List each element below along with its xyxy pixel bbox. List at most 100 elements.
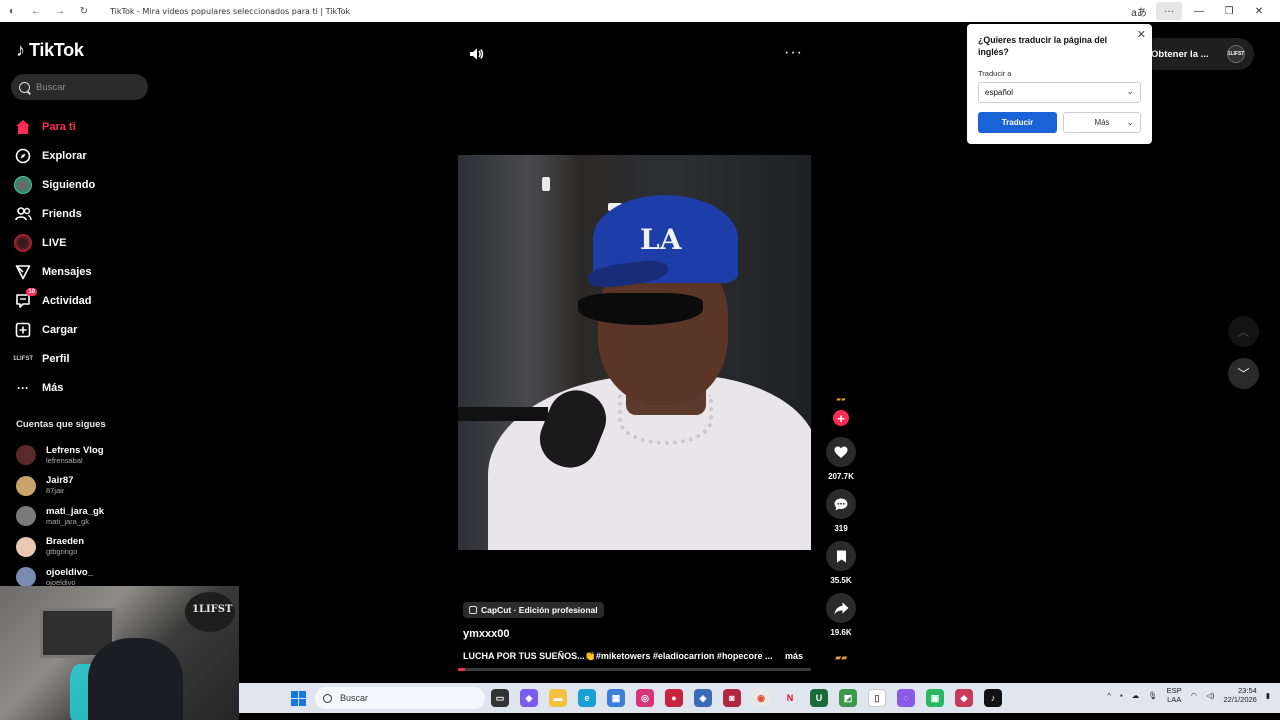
translate-popup: ✕ ¿Quieres traducir la página del inglés… — [967, 24, 1152, 144]
send-icon — [14, 263, 32, 281]
comment-button[interactable] — [826, 489, 856, 519]
lang-bottom: LAA — [1167, 695, 1182, 704]
friends-icon — [14, 205, 32, 223]
close-window-button[interactable]: ✕ — [1246, 2, 1272, 20]
following-account[interactable]: Jair87 87jair — [16, 471, 104, 502]
sidebar-item-live[interactable]: LIVE — [14, 228, 95, 257]
video-progress-bar[interactable] — [458, 668, 811, 671]
more-options-button[interactable]: Más ⌄ — [1063, 112, 1141, 133]
task-view-icon[interactable]: ▭ — [491, 689, 509, 707]
home-icon — [14, 118, 32, 136]
account-username: gtbgringo — [46, 547, 78, 557]
like-count: 207.7K — [828, 472, 854, 481]
netflix-icon[interactable]: N — [781, 689, 799, 707]
follow-plus-button[interactable]: + — [833, 410, 849, 426]
app-icon[interactable]: ◆ — [955, 689, 973, 707]
translate-button[interactable]: Traducir — [978, 112, 1057, 133]
chevron-up-icon[interactable]: ^ — [1107, 691, 1111, 700]
compass-icon — [14, 147, 32, 165]
following-list: Lefrens Vlog lefrensabal Jair87 87jair mat… — [16, 440, 104, 593]
previous-video-button[interactable]: ︿ — [1228, 316, 1259, 347]
cloud-icon[interactable]: ☁ — [1132, 691, 1140, 700]
caption-more-link[interactable]: más — [785, 651, 803, 661]
volume-icon[interactable] — [468, 46, 486, 62]
account-name: Lefrens Vlog — [46, 444, 104, 456]
translate-page-icon[interactable]: aあ — [1126, 2, 1152, 20]
search-box[interactable] — [11, 74, 148, 100]
avatar — [16, 567, 36, 588]
account-username: lefrensabal — [46, 455, 83, 465]
back-arrow-icon[interactable]: ← — [30, 5, 42, 17]
video-player[interactable]: LA — [458, 155, 811, 550]
sidebar-item-friends[interactable]: Friends — [14, 199, 95, 228]
close-icon[interactable]: ✕ — [1137, 28, 1146, 41]
following-account[interactable]: Braeden gtbgringo — [16, 532, 104, 563]
notepad-icon[interactable]: ▯ — [868, 689, 886, 707]
browser-menu-icon[interactable]: ··· — [1156, 2, 1182, 20]
like-button[interactable] — [826, 437, 856, 467]
language-select[interactable]: español ⌄ — [978, 82, 1141, 103]
following-account[interactable]: Lefrens Vlog lefrensabal — [16, 440, 104, 471]
video-cap-logo: LA — [640, 223, 682, 256]
sidebar-item-mensajes[interactable]: Mensajes — [14, 257, 95, 286]
maximize-button[interactable]: ❐ — [1216, 2, 1242, 20]
app-icon[interactable]: ● — [665, 689, 683, 707]
profile-icon: 1LIFST — [13, 356, 34, 363]
sidebar-item-label: Perfil — [42, 353, 70, 366]
get-app-button[interactable]: Obtener la ... 1LIFST — [1140, 38, 1254, 70]
sidebar-item-label: Para ti — [42, 120, 76, 133]
upwork-icon[interactable]: U — [810, 689, 828, 707]
notification-icon[interactable]: ▮ — [1266, 691, 1270, 700]
windows-start-icon[interactable] — [291, 691, 306, 706]
tiktok-taskbar-icon[interactable]: ♪ — [984, 689, 1002, 707]
following-account[interactable]: mati_jara_gk mati_jara_gk — [16, 501, 104, 532]
chrome-icon[interactable]: ◉ — [752, 689, 770, 707]
video-more-options-icon[interactable]: ··· — [784, 44, 803, 62]
minimize-button[interactable]: — — [1186, 2, 1212, 20]
sidebar-item-mas[interactable]: ··· Más — [14, 374, 95, 403]
instagram-icon[interactable]: ◎ — [636, 689, 654, 707]
save-button[interactable] — [826, 541, 856, 571]
edge-icon[interactable]: e — [578, 689, 596, 707]
sidebar-item-para-ti[interactable]: Para ti — [14, 112, 95, 141]
music-disc-icon[interactable]: ▰▰ — [835, 653, 847, 662]
webcam-sign-text: 1LIFST — [192, 604, 233, 615]
sidebar-item-explorar[interactable]: Explorar — [14, 141, 95, 170]
file-explorer-icon[interactable]: ▬ — [549, 689, 567, 707]
microphone-icon[interactable]: 🎙 — [1148, 691, 1158, 700]
sidebar-item-perfil[interactable]: 1LIFST Perfil — [13, 345, 95, 374]
account-name: Jair87 — [46, 475, 74, 487]
wifi-icon[interactable]: ◠ — [1191, 691, 1198, 700]
forward-arrow-icon[interactable]: → — [54, 5, 66, 17]
taskbar-search[interactable]: Buscar — [315, 687, 485, 709]
profile-avatar[interactable]: 1LIFST — [1227, 45, 1245, 63]
clock[interactable]: 23:54 22/1/2026 — [1223, 686, 1256, 704]
speaker-icon[interactable]: ◁) — [1206, 691, 1214, 700]
language-indicator[interactable]: ESP LAA — [1167, 686, 1182, 704]
sidebar: ♪ TikTok Para ti Explorar Siguiendo — [0, 22, 160, 588]
sidebar-item-siguiendo[interactable]: Siguiendo — [14, 170, 95, 199]
share-button[interactable] — [826, 593, 856, 623]
browser-profile-icon[interactable]: ◐ — [6, 5, 18, 17]
search-input[interactable] — [36, 81, 136, 93]
shield-app-icon[interactable]: ◈ — [694, 689, 712, 707]
chevron-up-icon: ︿ — [1237, 325, 1250, 339]
app-icon[interactable]: ◩ — [839, 689, 857, 707]
logo-text: TikTok — [29, 40, 84, 60]
avatar — [16, 445, 36, 466]
reload-icon[interactable]: ↻ — [78, 5, 90, 17]
sidebar-item-actividad[interactable]: 10 Actividad — [14, 287, 95, 316]
store-icon[interactable]: ▦ — [607, 689, 625, 707]
tray-app-icon[interactable]: ▪ — [1120, 691, 1123, 700]
app-icon[interactable]: ▣ — [926, 689, 944, 707]
chevron-down-icon: ⌄ — [1126, 86, 1134, 96]
creator-avatar[interactable]: ▰▰ — [834, 396, 848, 406]
next-video-button[interactable]: ﹀ — [1228, 358, 1259, 389]
capcut-badge[interactable]: CapCut · Edición profesional — [463, 602, 604, 618]
tiktok-logo[interactable]: ♪ TikTok — [16, 40, 84, 61]
app-icon[interactable]: ◙ — [723, 689, 741, 707]
copilot-icon[interactable]: ◆ — [520, 689, 538, 707]
app-icon[interactable]: ◌ — [897, 689, 915, 707]
video-username[interactable]: ymxxx00 — [463, 628, 510, 640]
sidebar-item-cargar[interactable]: Cargar — [14, 316, 95, 345]
